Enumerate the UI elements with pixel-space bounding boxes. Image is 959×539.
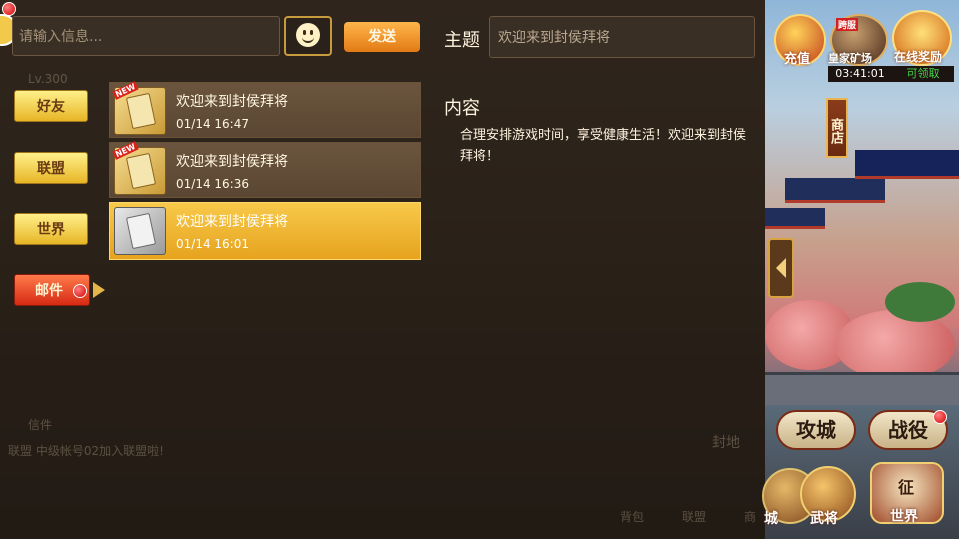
online-reward-label: 在线奖励 bbox=[894, 50, 943, 64]
city-wall bbox=[765, 372, 959, 405]
royal-mine-label: 皇家矿场 bbox=[828, 52, 872, 65]
mail-list-item[interactable]: NEW 欢迎来到封侯拜将 01/14 16:47 bbox=[109, 81, 421, 138]
tab-friends[interactable]: 好友 bbox=[14, 90, 88, 122]
claimable-status: 可领取 bbox=[892, 66, 954, 82]
letter-ghost: 信件 bbox=[28, 418, 53, 432]
mail-subject: 欢迎来到封侯拜将 bbox=[176, 154, 288, 170]
shop-ghost: 商 bbox=[744, 510, 757, 524]
mail-notification-dot bbox=[73, 284, 87, 298]
subject-field: 欢迎来到封侯拜将 bbox=[489, 16, 755, 58]
mail-date: 01/14 16:36 bbox=[176, 177, 249, 191]
chat-line-ghost: 联盟 中级帐号02加入联盟啦! bbox=[8, 444, 164, 458]
alliance-ghost: 联盟 bbox=[682, 510, 707, 524]
mail-letter-icon: NEW bbox=[112, 81, 166, 135]
chat-input[interactable]: 请输入信息... bbox=[12, 16, 280, 56]
mail-date: 01/14 16:47 bbox=[176, 117, 249, 131]
mail-read-icon bbox=[114, 207, 166, 255]
content-label: 内容 bbox=[444, 98, 480, 119]
level-ghost: Lv.300 bbox=[28, 72, 68, 86]
siege-button[interactable]: 攻城 bbox=[776, 410, 856, 450]
tab-alliance[interactable]: 联盟 bbox=[14, 152, 88, 184]
tab-world[interactable]: 世界 bbox=[14, 213, 88, 245]
royal-mine-button[interactable]: 跨服 皇家矿场 bbox=[828, 14, 888, 66]
city-label: 城 bbox=[764, 511, 778, 527]
reward-timer: 03:41:01 bbox=[828, 66, 892, 82]
mail-list-item-selected[interactable]: 欢迎来到封侯拜将 01/14 16:01 bbox=[109, 202, 421, 260]
send-button[interactable]: 发送 bbox=[344, 22, 420, 52]
subject-label: 主题 bbox=[444, 30, 480, 51]
active-tab-arrow-icon bbox=[93, 282, 105, 298]
shop-button[interactable]: 商店 bbox=[826, 98, 848, 158]
notification-dot bbox=[2, 2, 16, 16]
mail-subject: 欢迎来到封侯拜将 bbox=[176, 214, 288, 230]
battle-notification-dot bbox=[933, 410, 947, 424]
blossom-tree bbox=[835, 310, 955, 380]
online-reward-button[interactable]: 在线奖励 bbox=[892, 10, 952, 66]
recharge-button[interactable]: 充值 bbox=[774, 14, 826, 67]
generals-label: 武将 bbox=[810, 511, 838, 527]
collapse-chevron-icon[interactable] bbox=[768, 238, 794, 298]
world-label: 世界 bbox=[890, 509, 918, 525]
mail-list-item[interactable]: NEW 欢迎来到封侯拜将 01/14 16:36 bbox=[109, 141, 421, 198]
mail-date: 01/14 16:01 bbox=[176, 237, 249, 251]
cross-server-badge: 跨服 bbox=[836, 18, 859, 31]
palace-roof bbox=[785, 178, 885, 203]
green-tree bbox=[885, 282, 955, 322]
world-badge: 征 bbox=[898, 478, 915, 497]
emoji-button[interactable] bbox=[284, 16, 332, 56]
mail-letter-icon: NEW bbox=[112, 141, 166, 195]
side-roof bbox=[765, 208, 825, 229]
bag-ghost: 背包 bbox=[620, 510, 645, 524]
palace-roof-upper bbox=[855, 150, 959, 179]
mail-subject: 欢迎来到封侯拜将 bbox=[176, 94, 288, 110]
smiley-icon bbox=[296, 23, 320, 47]
mail-content: 合理安排游戏时间，享受健康生活！欢迎来到封侯拜将！ bbox=[460, 128, 747, 164]
fief-ghost: 封地 bbox=[712, 435, 740, 451]
recharge-label: 充值 bbox=[784, 52, 811, 67]
